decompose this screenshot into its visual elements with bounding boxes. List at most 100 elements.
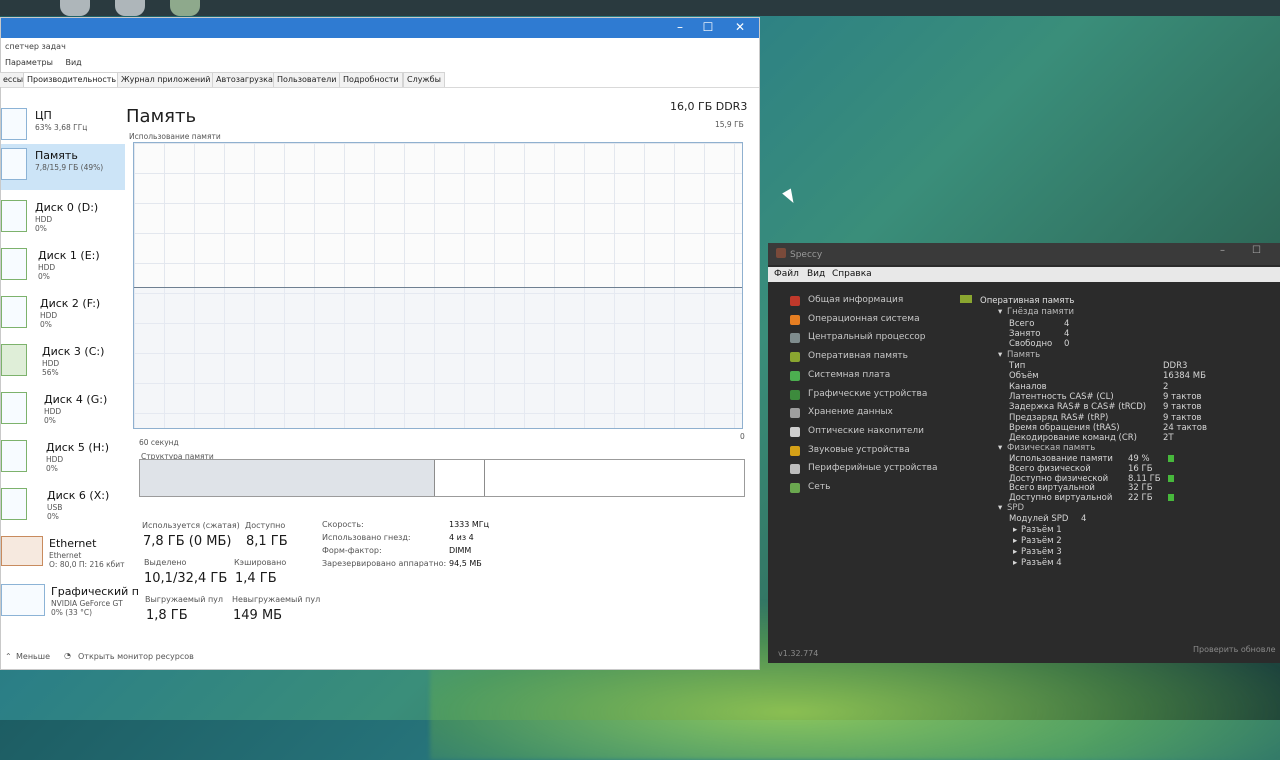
sidebar-item-detail: 63% 3,68 ГГц (35, 123, 88, 132)
collapse-icon[interactable]: ▾ (998, 350, 1002, 360)
tab-services[interactable]: Службы (403, 72, 445, 87)
expand-icon[interactable]: ▸ (1013, 558, 1017, 568)
slots-used-label: Занято (1009, 329, 1041, 339)
taskbar-thumb-icon[interactable] (60, 0, 90, 16)
sidebar-item-name: ЦП (35, 109, 52, 122)
slots-total-label: Всего (1009, 319, 1035, 329)
speccy-nav-label: Хранение данных (808, 407, 893, 418)
spd-slot-item[interactable]: Разъём 2 (1021, 536, 1062, 546)
spd-header: SPD (1007, 503, 1025, 513)
stat-cached-label: Кэшировано (234, 558, 287, 567)
stat-committed-value: 10,1/32,4 ГБ (144, 571, 228, 586)
speccy-window: Speccy – ☐ Файл Вид Справка Общая информ… (768, 243, 1280, 663)
maximize-button[interactable]: ☐ (697, 20, 719, 34)
slots-used-value: 4 (1064, 329, 1070, 339)
disk-mini-graph (1, 296, 27, 328)
taskbar-thumb-icon[interactable] (115, 0, 145, 16)
structure-modified (434, 460, 485, 496)
collapse-icon[interactable]: ▾ (998, 443, 1002, 453)
sidebar-item-disk-3[interactable]: Диск 3 (C:) HDD 56% (1, 340, 125, 386)
spec-value: 8.11 ГБ (1128, 473, 1161, 484)
tab-startup[interactable]: Автозагрузка (212, 72, 277, 87)
section-title: Оперативная память (980, 296, 1075, 306)
kv-slots-value: 4 из 4 (449, 533, 474, 542)
sidebar-item-type: HDD (35, 215, 53, 224)
spec-label: Тип (1009, 361, 1026, 371)
chevron-up-icon[interactable]: ⌃ (5, 652, 12, 661)
sidebar-item-ethernet[interactable]: Ethernet Ethernet О: 80,0 П: 216 кбит (1, 532, 125, 578)
status-ok-icon (1168, 455, 1174, 462)
sidebar-item-memory[interactable]: Память 7,8/15,9 ГБ (49%) (1, 144, 125, 190)
expand-icon[interactable]: ▸ (1013, 525, 1017, 535)
stat-available-label: Доступно (245, 521, 286, 530)
sidebar-item-disk-1[interactable]: Диск 1 (E:) HDD 0% (1, 244, 125, 290)
speccy-title: Speccy (790, 250, 823, 260)
spec-label: Декодирование команд (CR) (1009, 433, 1137, 444)
category-icon (790, 445, 800, 456)
collapse-icon[interactable]: ▾ (998, 307, 1002, 317)
spec-label: Всего виртуальной (1009, 483, 1095, 494)
speccy-nav-label: Оптические накопители (808, 425, 925, 436)
kv-speed-label: Скорость: (322, 520, 364, 529)
spd-slot-item[interactable]: Разъём 3 (1021, 547, 1062, 557)
tab-details[interactable]: Подробности (339, 72, 403, 87)
status-ok-icon (1168, 474, 1174, 482)
maximize-button[interactable]: ☐ (1252, 245, 1264, 257)
expand-icon[interactable]: ▸ (1013, 536, 1017, 546)
menu-parameters[interactable]: Параметры (5, 58, 53, 67)
sidebar-item-gpu[interactable]: Графический п NVIDIA GeForce GT 0% (33 °… (1, 580, 139, 626)
spec-label: Доступно виртуальной (1009, 493, 1113, 504)
sidebar-item-disk-5[interactable]: Диск 5 (H:) HDD 0% (1, 436, 125, 482)
memory-mini-graph (1, 148, 27, 180)
spec-value: 2 (1163, 381, 1169, 392)
fewer-details-link[interactable]: Меньше (16, 652, 50, 661)
stat-nonpaged-pool-label: Невыгружаемый пул (232, 595, 321, 604)
kv-slots-label: Использовано гнезд: (322, 533, 411, 542)
spec-value: 24 тактов (1163, 422, 1207, 433)
speccy-nav-label: Периферийные устройства (808, 463, 938, 474)
sidebar-item-name: Диск 1 (E:) (38, 249, 100, 262)
sidebar-item-percent: 0% (44, 416, 56, 425)
menu-view[interactable]: Вид (65, 58, 81, 67)
open-resource-monitor-link[interactable]: Открыть монитор ресурсов (78, 652, 194, 661)
menu-help[interactable]: Справка (832, 269, 872, 279)
sidebar-item-percent: 0% (40, 320, 52, 329)
task-manager-titlebar[interactable]: – ☐ ✕ (1, 18, 759, 38)
sidebar-item-type: HDD (38, 263, 56, 272)
category-icon (790, 370, 800, 381)
sidebar-item-disk-6[interactable]: Диск 6 (X:) USB 0% (1, 484, 125, 530)
speccy-titlebar[interactable]: Speccy – ☐ (768, 243, 1280, 265)
physical-memory-header: Физическая память (1007, 443, 1096, 453)
stat-committed-label: Выделено (144, 558, 187, 567)
ram-icon (960, 295, 972, 303)
expand-icon[interactable]: ▸ (1013, 547, 1017, 557)
kv-form-factor-value: DIMM (449, 546, 472, 555)
sidebar-item-disk-0[interactable]: Диск 0 (D:) HDD 0% (1, 196, 125, 242)
close-button[interactable]: ✕ (729, 20, 751, 34)
minimize-button[interactable]: – (1220, 245, 1232, 257)
sidebar-item-disk-4[interactable]: Диск 4 (G:) HDD 0% (1, 388, 125, 434)
version-label: v1.32.774 (778, 649, 819, 658)
tab-performance[interactable]: Производительность (23, 72, 121, 87)
page-title: Память (126, 106, 197, 127)
menu-view[interactable]: Вид (807, 269, 825, 279)
sidebar-item-disk-2[interactable]: Диск 2 (F:) HDD 0% (1, 292, 125, 338)
minimize-button[interactable]: – (669, 20, 691, 34)
menu-bar: Параметры Вид (5, 58, 92, 67)
category-icon (790, 408, 800, 419)
tab-users[interactable]: Пользователи (273, 72, 341, 87)
sidebar-item-name: Графический п (51, 585, 139, 598)
tab-app-history[interactable]: Журнал приложений (117, 72, 215, 87)
menu-file[interactable]: Файл (774, 269, 799, 279)
sidebar-item-throughput: О: 80,0 П: 216 кбит (49, 560, 125, 569)
check-updates-link[interactable]: Проверить обновле (1193, 645, 1276, 654)
spd-slot-item[interactable]: Разъём 4 (1021, 558, 1062, 568)
sidebar-item-name: Память (35, 149, 78, 162)
taskbar-thumb-icon[interactable] (170, 0, 200, 16)
disk-mini-graph (1, 344, 27, 376)
category-icon (790, 314, 800, 325)
resource-monitor-icon[interactable]: ◔ (64, 651, 71, 660)
collapse-icon[interactable]: ▾ (998, 503, 1002, 513)
spd-slot-item[interactable]: Разъём 1 (1021, 525, 1062, 535)
sidebar-item-type: HDD (42, 359, 60, 368)
